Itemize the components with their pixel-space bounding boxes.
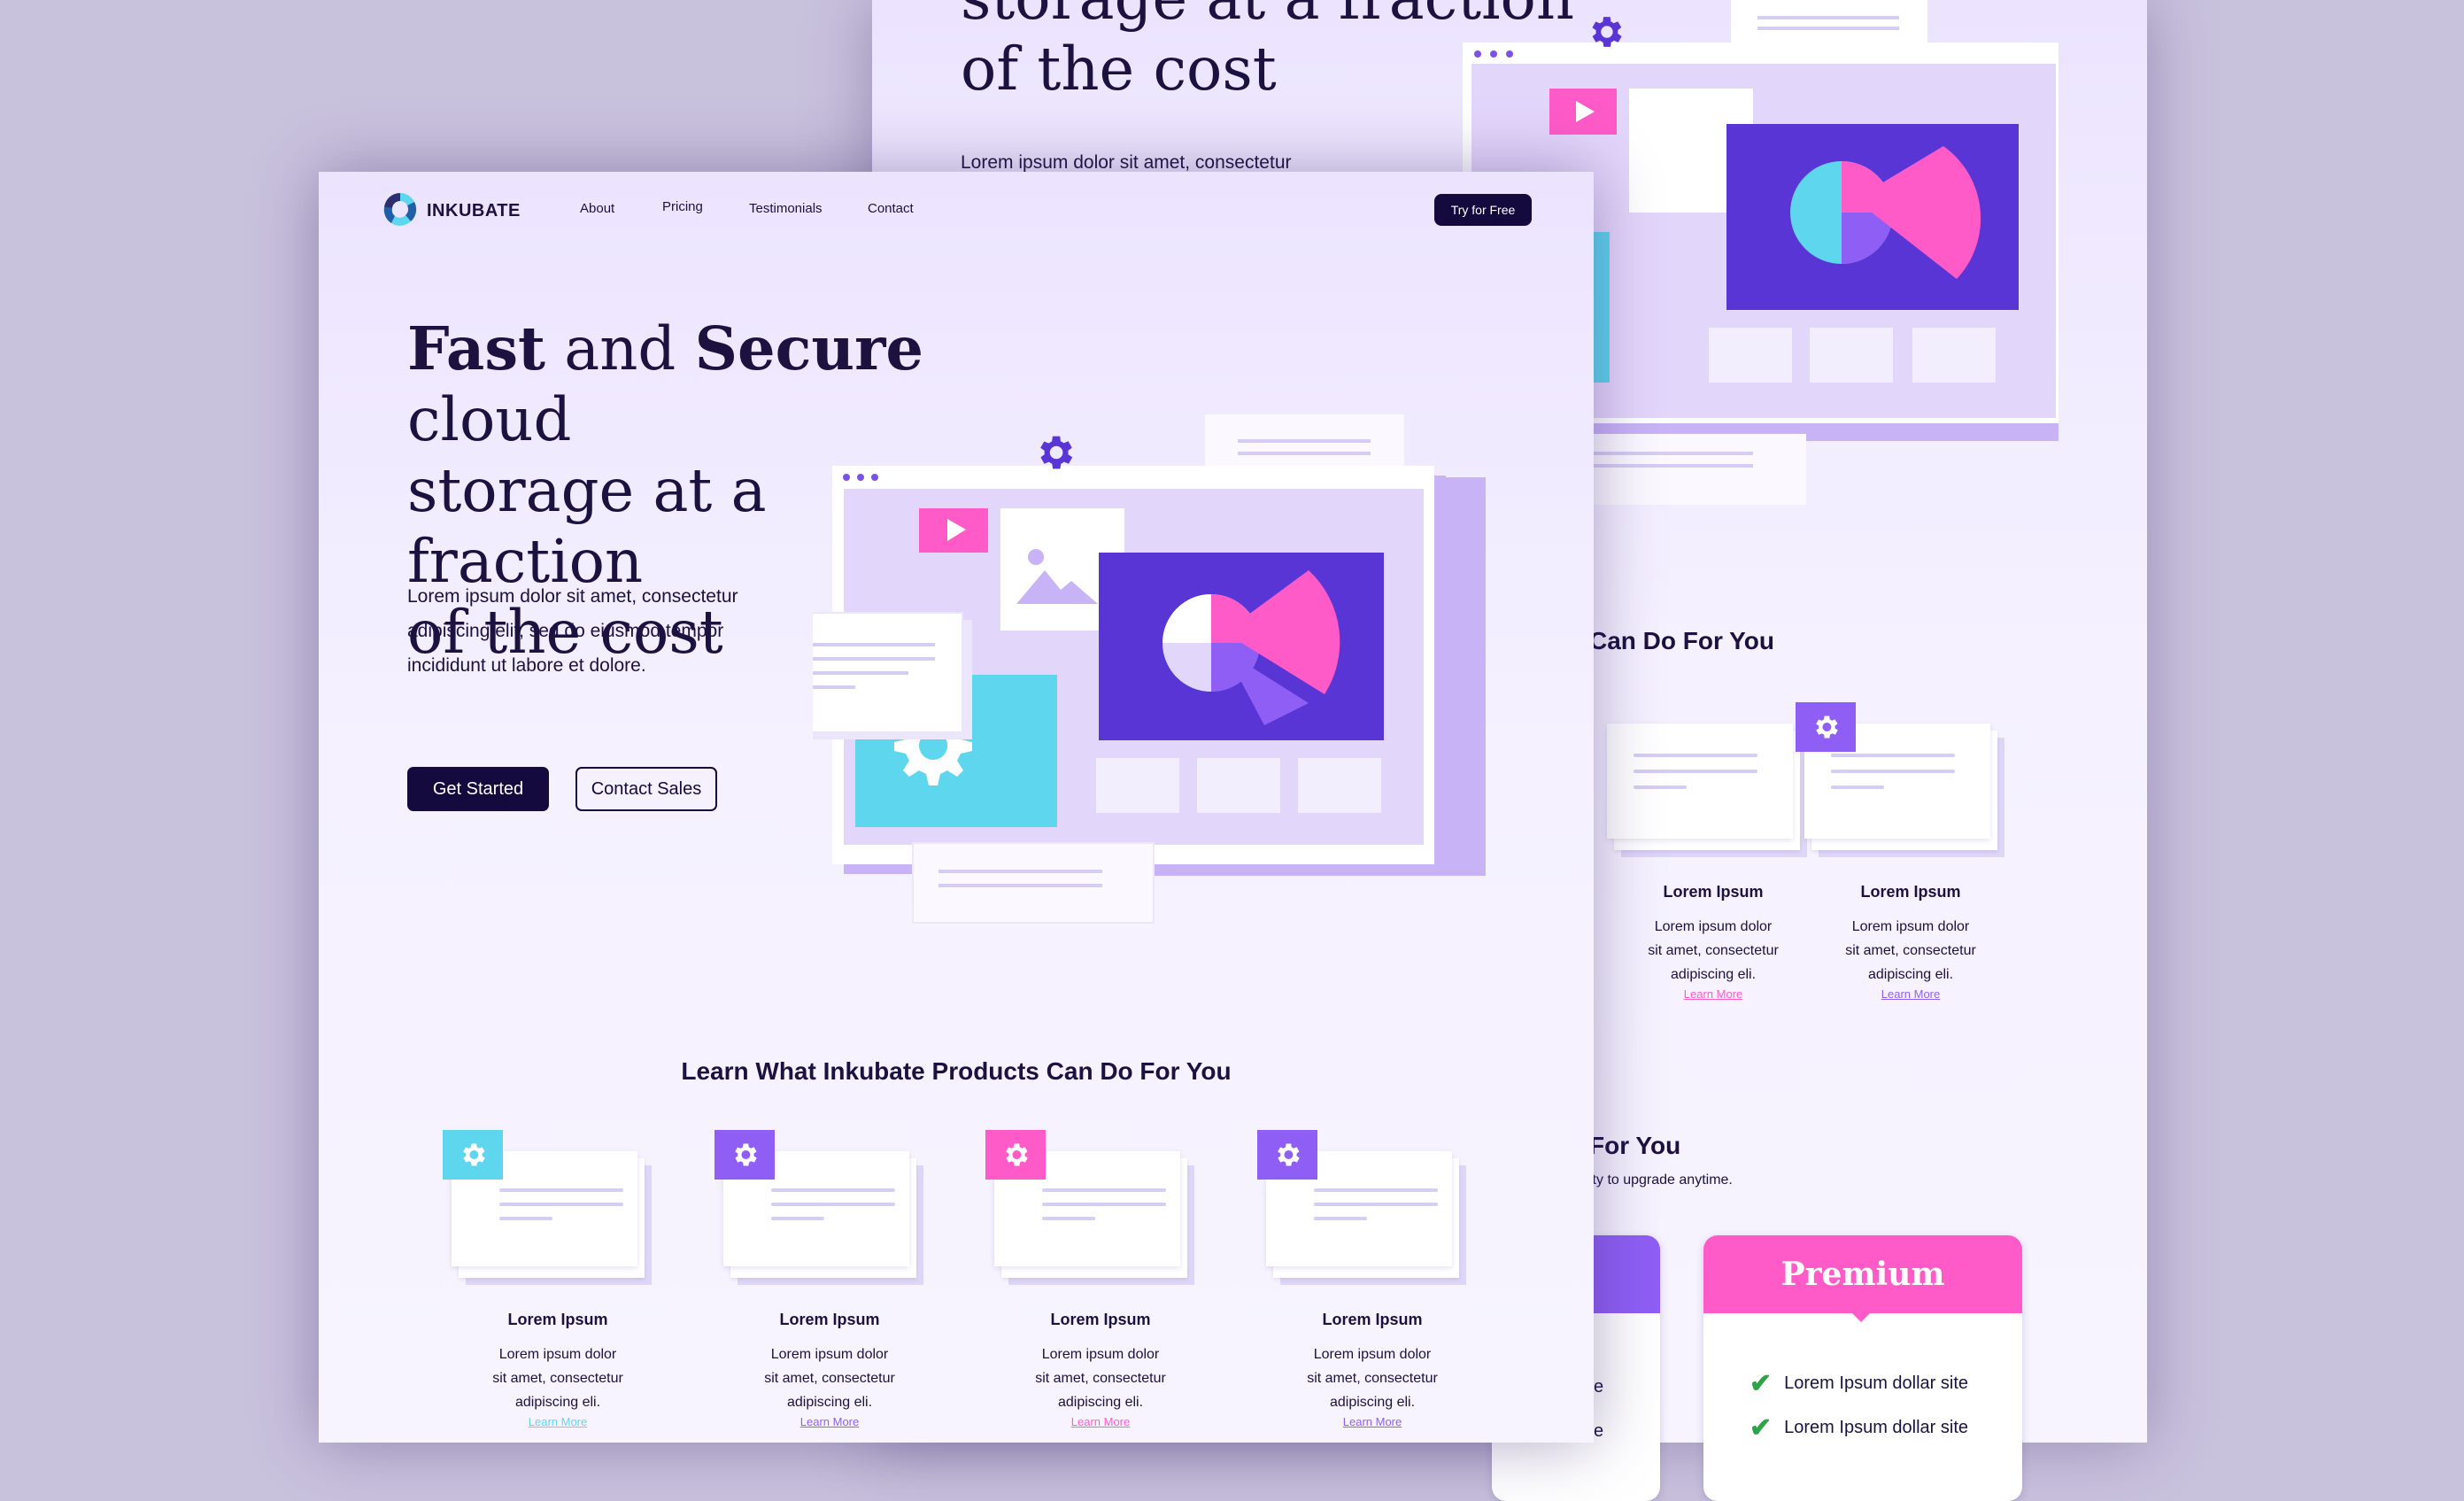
pricing-title: For You [1589, 1132, 1681, 1159]
pricing-card-premium: Premium ✔ Lorem Ipsum dollar site ✔ Lore… [1703, 1235, 2022, 1501]
learn-more-link[interactable]: Learn More [1796, 987, 2026, 1001]
gear-icon [714, 1130, 775, 1180]
nav-pricing[interactable]: Pricing [662, 199, 703, 214]
feature-card-title: Lorem Ipsum [507, 1311, 608, 1328]
feature-card-description: Lorem ipsum dolor sit amet, consectetur … [1307, 1347, 1438, 1410]
try-for-free-button[interactable]: Try for Free [1434, 194, 1532, 226]
premium-pointer [1850, 1311, 1873, 1322]
nav-about[interactable]: About [580, 201, 614, 216]
feature-card: Lorem Ipsum Lorem ipsum dolor sit amet, … [443, 1130, 664, 1458]
back-card-description: Lorem ipsum dolor sit amet, consectetur … [1845, 919, 1976, 982]
checkmark-icon: ✔ [1750, 1369, 1773, 1398]
learn-more-link[interactable]: Learn More [985, 1415, 1216, 1428]
back-features-title: Can Do For You [1589, 627, 1774, 654]
feature-card-title: Lorem Ipsum [1050, 1311, 1151, 1328]
gear-icon [985, 1130, 1046, 1180]
back-feature-card: Lorem Ipsum Lorem ipsum dolor sit amet, … [1598, 702, 1819, 1030]
learn-more-link[interactable]: Learn More [1257, 1415, 1487, 1428]
contact-sales-button[interactable]: Contact Sales [575, 767, 717, 811]
gear-icon [1032, 430, 1077, 479]
learn-more-link[interactable]: Learn More [443, 1415, 673, 1428]
features-title: Learn What Inkubate Products Can Do For … [681, 1057, 1232, 1085]
back-card-title: Lorem Ipsum [1860, 883, 1961, 901]
back-hero-description: Lorem ipsum dolor sit amet, consectetur [961, 152, 1292, 173]
gear-icon [1796, 702, 1856, 752]
back-card-description: Lorem ipsum dolor sit amet, consectetur … [1648, 919, 1779, 982]
learn-more-link[interactable]: Learn More [1598, 987, 1828, 1001]
brand-logo[interactable]: INKUBATE [381, 190, 521, 233]
feature-card-title: Lorem Ipsum [779, 1311, 880, 1328]
feature-card-description: Lorem ipsum dolor sit amet, consectetur … [764, 1347, 895, 1410]
premium-label: Premium [1703, 1235, 2022, 1313]
pricing-subtitle: ity to upgrade anytime. [1589, 1172, 1733, 1188]
feature-card: Lorem Ipsum Lorem ipsum dolor sit amet, … [714, 1130, 936, 1458]
learn-more-link[interactable]: Learn More [714, 1415, 945, 1428]
inkubate-logo-icon [381, 190, 420, 233]
gear-icon [443, 1130, 503, 1180]
feature-card: Lorem Ipsum Lorem ipsum dolor sit amet, … [1257, 1130, 1479, 1458]
gear-icon [1257, 1130, 1317, 1180]
landing-page: INKUBATE About Pricing Testimonials Cont… [319, 172, 1594, 1443]
navbar: INKUBATE About Pricing Testimonials Cont… [319, 172, 1594, 251]
feature-card: Lorem Ipsum Lorem ipsum dolor sit amet, … [985, 1130, 1207, 1458]
gear-icon [1585, 12, 1626, 57]
plan-feature: ✔ Lorem Ipsum dollar site [1750, 1413, 1969, 1443]
plan-feature: ✔ Lorem Ipsum dollar site [1750, 1369, 1969, 1398]
hero-description: Lorem ipsum dolor sit amet, consectetur … [407, 586, 738, 676]
get-started-button[interactable]: Get Started [407, 767, 549, 811]
back-card-title: Lorem Ipsum [1663, 883, 1764, 901]
brand-name: INKUBATE [427, 201, 521, 221]
feature-card-title: Lorem Ipsum [1322, 1311, 1423, 1328]
nav-contact[interactable]: Contact [868, 201, 914, 216]
feature-card-description: Lorem ipsum dolor sit amet, consectetur … [1035, 1347, 1166, 1410]
back-feature-card: Lorem Ipsum Lorem ipsum dolor sit amet, … [1796, 702, 2017, 1030]
dashboard-illustration [813, 466, 1446, 924]
nav-testimonials[interactable]: Testimonials [749, 201, 823, 216]
feature-card-description: Lorem ipsum dolor sit amet, consectetur … [492, 1347, 623, 1410]
checkmark-icon: ✔ [1750, 1413, 1773, 1443]
